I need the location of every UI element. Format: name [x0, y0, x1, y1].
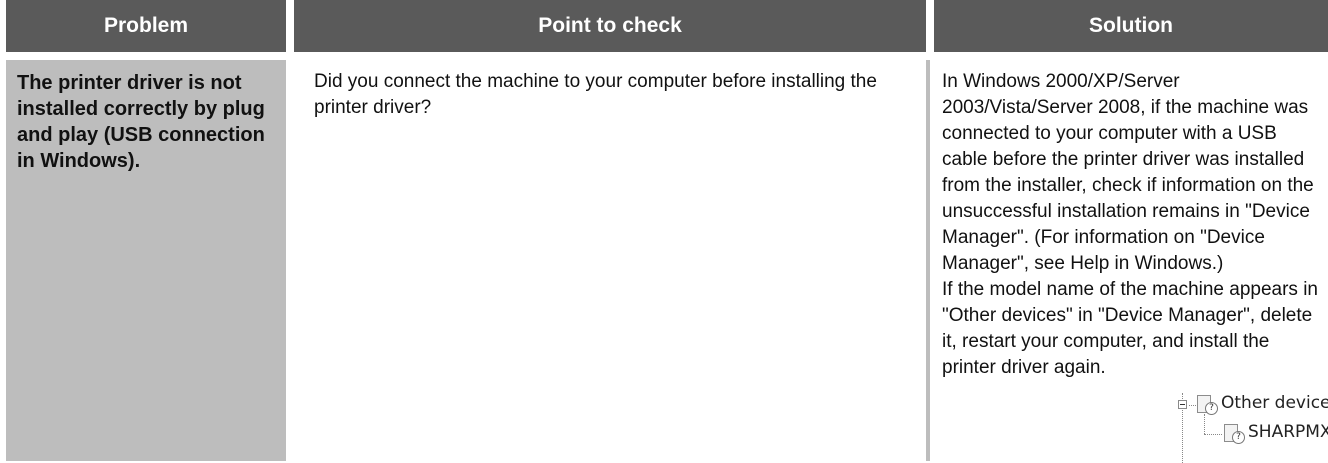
- solution-text-2: If the model name of the machine appears…: [942, 279, 1319, 378]
- collapse-icon: [1178, 400, 1187, 409]
- point-to-check-cell: Did you connect the machine to your comp…: [294, 60, 926, 461]
- solution-text-1: In Windows 2000/XP/Server 2003/Vista/Ser…: [942, 71, 1314, 274]
- column-divider: [926, 60, 930, 461]
- unknown-device-icon: ?: [1197, 395, 1218, 415]
- troubleshooting-table: Problem Point to check Solution The prin…: [0, 0, 1328, 463]
- tree-item-other-devices: Other devices: [1221, 393, 1328, 413]
- tree-item-sharpmx: SHARPMX-xxxx: [1248, 422, 1328, 442]
- header-problem: Problem: [6, 0, 286, 52]
- point-to-check-text: Did you connect the machine to your comp…: [314, 71, 877, 118]
- header-point-to-check: Point to check: [294, 0, 926, 52]
- device-manager-tree: ? Other devices ? SHARPMX-xxxx: [1178, 393, 1328, 463]
- solution-cell: In Windows 2000/XP/Server 2003/Vista/Ser…: [934, 60, 1328, 463]
- problem-text: The printer driver is not installed corr…: [17, 72, 265, 172]
- unknown-device-icon: ?: [1224, 424, 1245, 444]
- problem-cell: The printer driver is not installed corr…: [6, 60, 286, 461]
- header-solution: Solution: [934, 0, 1328, 52]
